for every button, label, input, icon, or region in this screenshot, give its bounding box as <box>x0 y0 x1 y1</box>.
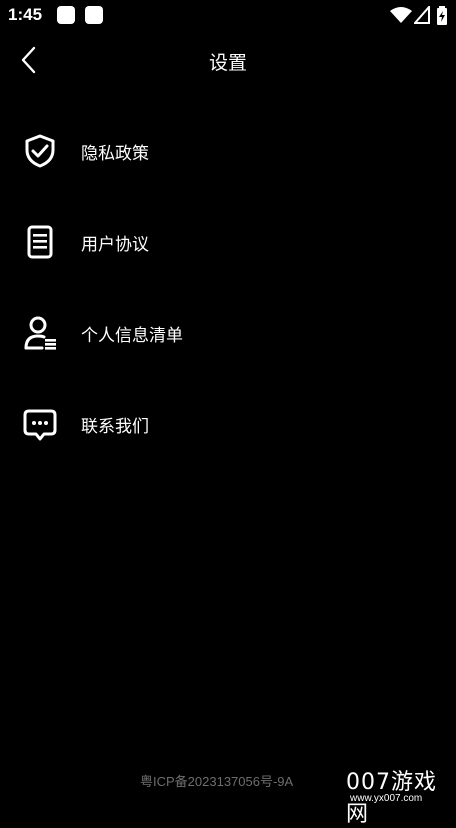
notification-icon <box>57 6 75 24</box>
menu-item-privacy-policy[interactable]: 隐私政策 <box>0 121 456 181</box>
chat-bubble-icon <box>23 409 57 441</box>
app-header: 设置 <box>0 32 456 88</box>
watermark-url: www.yx007.com <box>350 793 423 804</box>
menu-item-label: 个人信息清单 <box>81 326 183 346</box>
status-time: 1:45 <box>8 5 43 24</box>
battery-icon <box>437 6 447 25</box>
menu-item-label: 联系我们 <box>81 417 149 437</box>
menu-item-personal-info-list[interactable]: 个人信息清单 <box>0 303 456 363</box>
menu-item-label: 用户协议 <box>81 235 149 255</box>
page-title: 设置 <box>208 52 247 74</box>
menu-item-user-agreement[interactable]: 用户协议 <box>0 212 456 272</box>
notification-icon <box>85 6 103 24</box>
menu-item-contact-us[interactable]: 联系我们 <box>0 394 456 454</box>
shield-check-icon <box>25 134 55 168</box>
menu-item-label: 隐私政策 <box>81 144 149 164</box>
status-bar: 1:45 <box>0 0 456 32</box>
icp-license-text: 粤ICP备2023137056号-9A <box>140 774 294 789</box>
signal-icon <box>414 6 430 24</box>
wifi-icon <box>390 7 412 23</box>
document-icon <box>27 225 53 259</box>
person-list-icon <box>24 316 56 350</box>
